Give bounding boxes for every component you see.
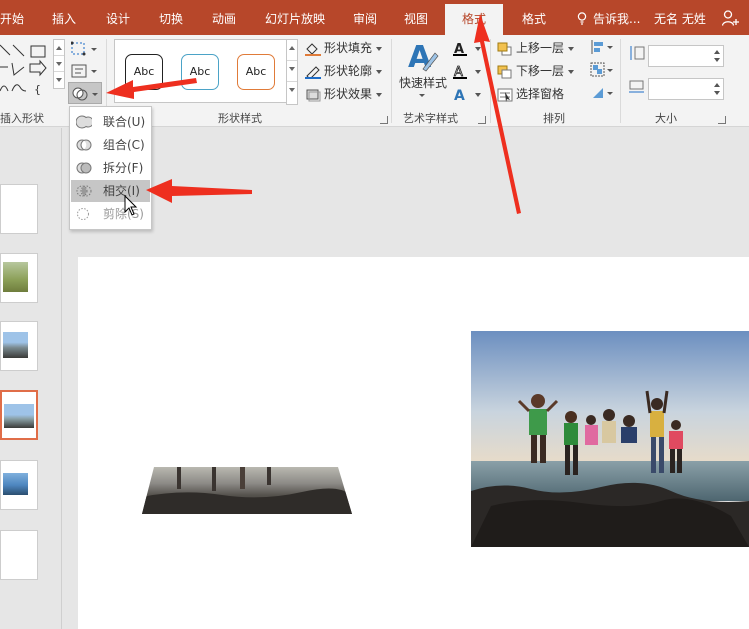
menu-item-subtract[interactable]: 剪除(S) (71, 203, 150, 225)
size-group-label: 大小 (655, 112, 677, 125)
tab-home[interactable]: 开始 (0, 0, 24, 35)
shape-effects-label: 形状效果 (324, 87, 373, 101)
chevron-down-icon[interactable] (418, 93, 426, 99)
pen-icon (305, 65, 321, 79)
shape-gallery-scroll[interactable] (53, 39, 65, 89)
share-user-icon[interactable] (722, 10, 740, 26)
slide-thumbnail-1[interactable] (0, 184, 38, 234)
shape-height-input[interactable] (648, 45, 724, 67)
user-name[interactable]: 无名 无姓 (654, 0, 706, 35)
text-fill-button[interactable]: A (452, 38, 481, 58)
svg-text:A: A (454, 65, 463, 79)
svg-text:A: A (454, 88, 465, 102)
slide-thumbnail-5[interactable] (0, 460, 38, 510)
shape-fill-button[interactable]: 形状填充 (305, 38, 383, 58)
merge-shapes-button[interactable] (68, 82, 102, 104)
tab-animations[interactable]: 动画 (212, 0, 236, 35)
text-outline-icon: A (453, 65, 467, 79)
tell-me-search[interactable]: 告诉我... (593, 0, 640, 35)
menu-item-intersect[interactable]: 相交(I) (71, 180, 150, 202)
fragment-icon (76, 162, 92, 174)
merge-shapes-icon (72, 87, 98, 101)
shape-style-preset-3[interactable]: Abc (237, 54, 275, 90)
thumbnail-photo (3, 262, 28, 292)
group-photo[interactable] (471, 331, 749, 547)
text-outline-button[interactable]: A (452, 61, 481, 81)
shape-effects-button[interactable]: 形状效果 (305, 84, 383, 104)
send-backward-button[interactable]: 下移一层 (497, 61, 575, 81)
paint-bucket-icon (305, 42, 321, 56)
bring-forward-button[interactable]: 上移一层 (497, 38, 575, 58)
selection-pane-icon (497, 88, 513, 102)
arrange-group-label: 排列 (543, 112, 565, 125)
shape-styles-group-label: 形状样式 (218, 112, 262, 125)
tab-format-picture[interactable]: 格式 (522, 0, 546, 35)
intersect-icon (76, 185, 92, 197)
wordart-quick-styles-icon[interactable]: A (405, 39, 439, 73)
tab-review[interactable]: 审阅 (353, 0, 377, 35)
tab-format-drawing[interactable]: 格式 (445, 4, 503, 35)
tab-transitions[interactable]: 切换 (159, 0, 183, 35)
text-box-icon[interactable] (71, 63, 99, 79)
wordart-group-label: 艺术字样式 (403, 112, 458, 125)
subtract-icon (77, 208, 89, 220)
tab-slideshow[interactable]: 幻灯片放映 (265, 0, 325, 35)
intersected-photo-shape[interactable] (142, 467, 352, 514)
combine-icon (76, 139, 92, 151)
tab-view[interactable]: 视图 (404, 0, 428, 35)
shape-fill-label: 形状填充 (324, 41, 373, 55)
thumbnail-photo (3, 473, 28, 495)
send-backward-icon (497, 65, 512, 78)
shape-outline-label: 形状轮廓 (324, 64, 373, 78)
rotate-icon[interactable] (590, 85, 614, 101)
shape-width-icon (629, 80, 644, 93)
shape-effects-icon (306, 89, 321, 101)
text-effects-icon: A (454, 88, 465, 102)
slide-thumbnail-6[interactable] (0, 530, 38, 580)
align-icon[interactable] (590, 39, 614, 55)
menu-item-fragment[interactable]: 拆分(F) (71, 157, 150, 179)
ribbon-tab-bar: 开始 插入 设计 切换 动画 幻灯片放映 审阅 视图 格式 格式 告诉我... … (0, 0, 749, 35)
svg-text:{: { (34, 83, 41, 96)
menu-item-union[interactable]: 联合(U) (71, 111, 150, 133)
thumbnail-photo (3, 332, 28, 358)
send-backward-label: 下移一层 (516, 64, 565, 78)
wordart-launcher[interactable] (478, 116, 486, 124)
shape-width-input[interactable] (648, 78, 724, 100)
bring-forward-icon (497, 42, 512, 55)
shape-styles-launcher[interactable] (380, 116, 388, 124)
menu-item-combine[interactable]: 组合(C) (71, 134, 150, 156)
thumbnail-photo (4, 404, 34, 428)
shape-style-gallery[interactable]: Abc Abc Abc (114, 39, 298, 103)
lightbulb-icon (577, 12, 587, 25)
arrow-to-intersect (146, 179, 252, 203)
shape-outline-button[interactable]: 形状轮廓 (305, 61, 383, 81)
slide-thumbnail-4-selected[interactable] (0, 390, 38, 440)
mouse-cursor-icon (124, 195, 138, 216)
powerpoint-window: 开始 插入 设计 切换 动画 幻灯片放映 审阅 视图 格式 格式 告诉我... … (0, 0, 749, 629)
selection-pane-label: 选择窗格 (516, 87, 565, 101)
shape-style-preset-1[interactable]: Abc (125, 54, 163, 90)
tab-insert[interactable]: 插入 (52, 0, 76, 35)
slide-thumbnail-panel (0, 128, 62, 629)
group-objects-icon[interactable] (590, 62, 614, 78)
shape-gallery[interactable]: { (0, 43, 52, 101)
text-effects-button[interactable]: A (452, 84, 481, 104)
slide-thumbnail-3[interactable] (0, 321, 38, 371)
size-launcher[interactable] (718, 116, 726, 124)
tab-design[interactable]: 设计 (106, 0, 130, 35)
text-fill-icon: A (453, 42, 467, 56)
union-icon (76, 115, 92, 129)
merge-shapes-menu: 联合(U) 组合(C) 拆分(F) 相交(I) 剪除(S) (69, 106, 152, 230)
selection-pane-button[interactable]: 选择窗格 (497, 84, 564, 104)
insert-shapes-group-label: 插入形状 (0, 112, 44, 125)
shape-style-scroll[interactable] (286, 39, 298, 105)
shape-height-icon (630, 46, 645, 60)
edit-shape-icon[interactable] (71, 41, 99, 57)
slide-thumbnail-2[interactable] (0, 253, 38, 303)
shape-style-preset-2[interactable]: Abc (181, 54, 219, 90)
svg-text:A: A (454, 42, 464, 56)
wordart-quick-styles-label[interactable]: 快速样式 (399, 73, 447, 93)
bring-forward-label: 上移一层 (516, 41, 565, 55)
